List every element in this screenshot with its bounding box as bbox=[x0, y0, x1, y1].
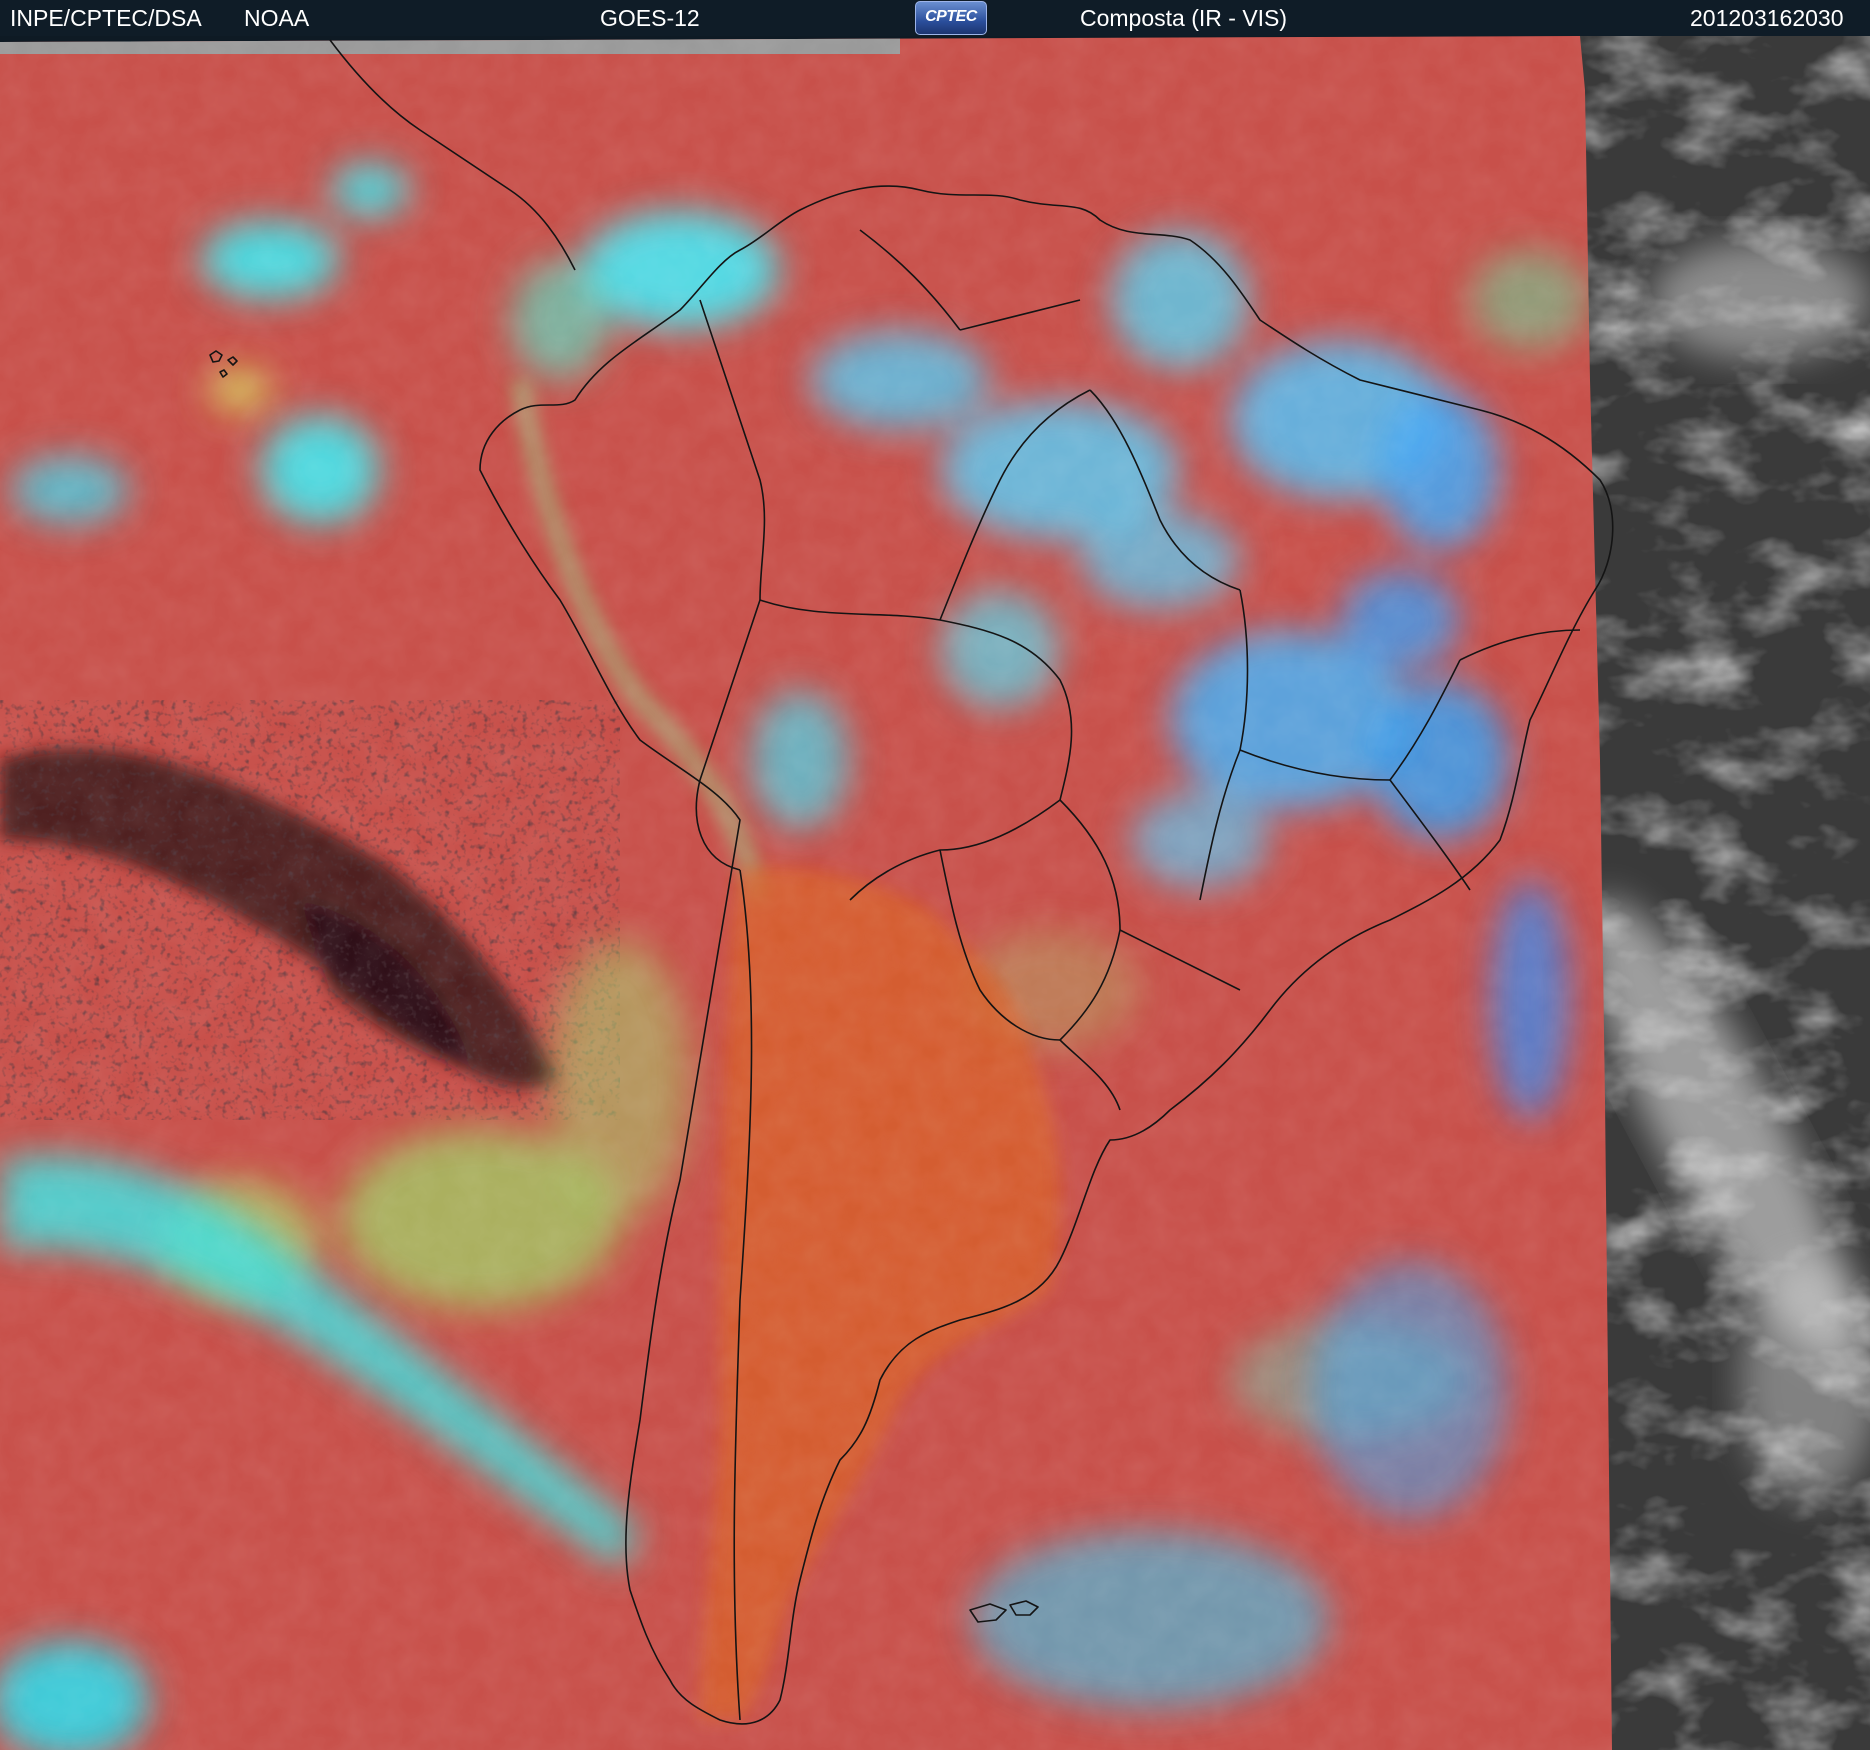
cptec-logo: CPTEC bbox=[915, 1, 987, 35]
satellite-map bbox=[0, 36, 1870, 1750]
satellite-image bbox=[0, 36, 1870, 1750]
image-header: INPE/CPTEC/DSA NOAA GOES-12 CPTEC Compos… bbox=[0, 0, 1870, 36]
satellite-label: GOES-12 bbox=[600, 5, 700, 31]
agency-label: INPE/CPTEC/DSA bbox=[10, 5, 202, 31]
composite-region bbox=[0, 36, 1612, 1750]
timestamp-label: 201203162030 bbox=[1690, 5, 1844, 31]
noaa-label: NOAA bbox=[244, 5, 310, 31]
product-label: Composta (IR - VIS) bbox=[1080, 5, 1288, 31]
